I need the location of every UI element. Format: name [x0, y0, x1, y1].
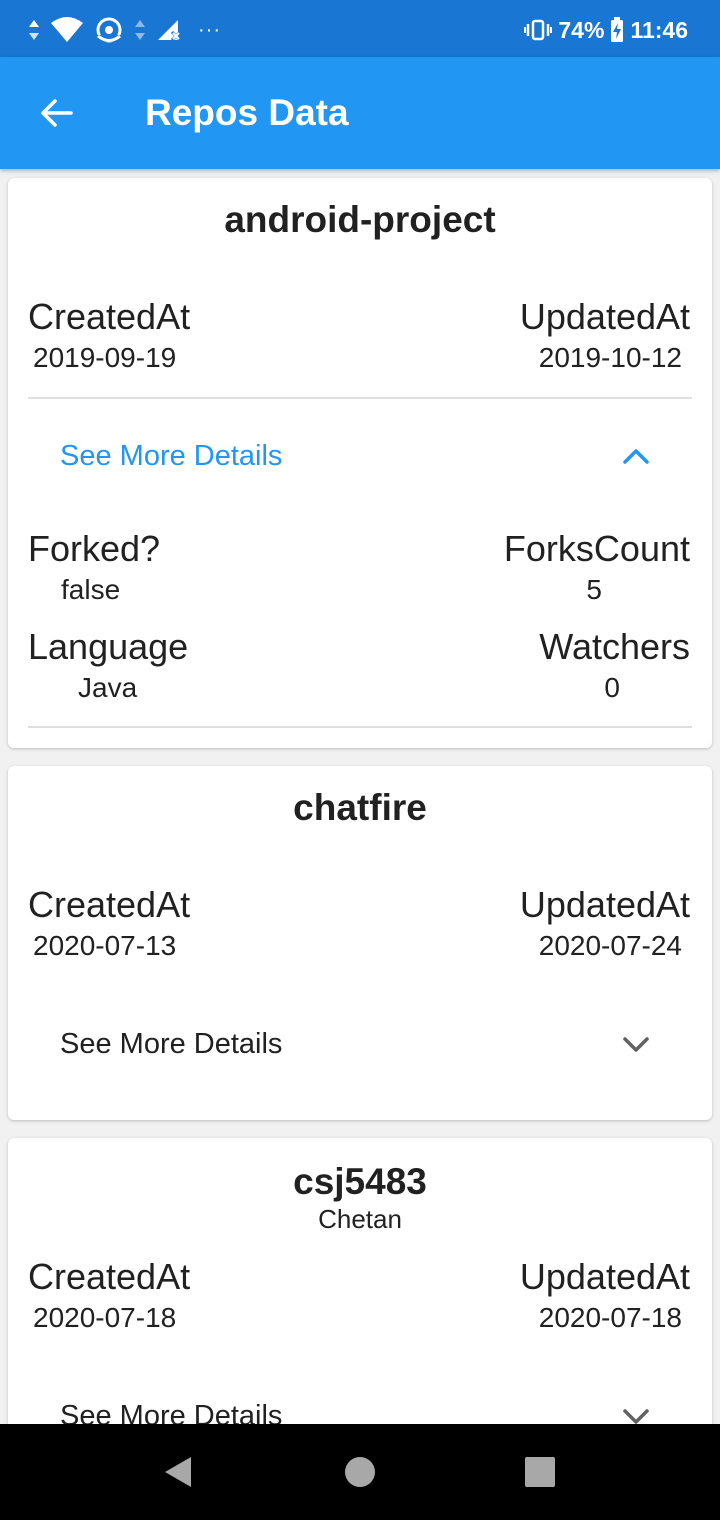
chevron-up-icon — [623, 449, 649, 464]
repo-owner: Chetan — [318, 1204, 402, 1234]
updated-at-value: 2020-07-18 — [538, 1302, 682, 1333]
created-at-value: 2020-07-13 — [33, 930, 177, 961]
forked-label: Forked? — [28, 528, 161, 569]
status-overflow-dots: ··· — [198, 18, 221, 41]
status-icons-right: 74% 11:46 — [524, 14, 688, 46]
nav-home-button[interactable] — [336, 1448, 384, 1496]
repo-card: android-project CreatedAt UpdatedAt 2019… — [8, 178, 712, 748]
see-more-details-label: See More Details — [60, 1028, 283, 1060]
divider — [28, 726, 692, 728]
circle-home-icon — [345, 1457, 375, 1487]
app-bar: Repos Data — [0, 57, 720, 169]
vibrate-icon — [524, 19, 553, 41]
updated-at-label: UpdatedAt — [519, 1256, 690, 1297]
square-recents-icon — [525, 1457, 555, 1487]
nav-recents-button[interactable] — [516, 1448, 564, 1496]
forks-count-label: ForksCount — [503, 528, 690, 569]
status-bar: ··· 74% 11:46 — [0, 0, 720, 57]
see-more-details-label: See More Details — [60, 440, 283, 472]
updated-at-value: 2020-07-24 — [538, 930, 682, 961]
data-activity-icon — [28, 19, 40, 41]
wifi-icon — [50, 17, 84, 43]
repo-name: csj5483 — [293, 1161, 427, 1202]
updated-at-value: 2019-10-12 — [538, 342, 682, 373]
language-label: Language — [28, 626, 189, 667]
see-more-details-toggle[interactable]: See More Details — [8, 416, 712, 496]
triangle-back-icon — [165, 1457, 191, 1487]
updated-at-label: UpdatedAt — [519, 884, 690, 925]
data-activity-icon — [134, 19, 146, 41]
language-value: Java — [78, 672, 138, 703]
watchers-value: 0 — [604, 672, 620, 703]
created-at-value: 2020-07-18 — [33, 1302, 177, 1333]
signal-no-data-icon — [156, 18, 182, 42]
created-at-label: CreatedAt — [28, 884, 191, 925]
repo-name: android-project — [224, 199, 496, 240]
arrow-back-icon — [41, 99, 73, 127]
see-more-details-toggle[interactable]: See More Details — [8, 1004, 712, 1084]
forked-value: false — [61, 574, 121, 605]
watchers-label: Watchers — [539, 626, 690, 667]
status-icons-left: ··· — [28, 14, 221, 46]
created-at-value: 2019-09-19 — [33, 342, 177, 373]
chevron-down-icon — [623, 1037, 649, 1052]
divider — [28, 397, 692, 399]
clock: 11:46 — [630, 16, 688, 43]
nav-back-button[interactable] — [154, 1448, 202, 1496]
hotspot-icon — [94, 17, 124, 43]
system-navigation-bar — [0, 1424, 720, 1520]
battery-percent: 74% — [558, 16, 605, 43]
forks-count-value: 5 — [586, 574, 602, 605]
repo-card: csj5483 Chetan CreatedAt UpdatedAt 2020-… — [8, 1138, 712, 1438]
battery-charging-icon — [610, 17, 624, 43]
repo-card: chatfire CreatedAt UpdatedAt 2020-07-13 … — [8, 766, 712, 1120]
back-button[interactable] — [28, 85, 84, 141]
created-at-label: CreatedAt — [28, 1256, 191, 1297]
repo-name: chatfire — [293, 787, 427, 828]
created-at-label: CreatedAt — [28, 296, 191, 337]
updated-at-label: UpdatedAt — [519, 296, 690, 337]
page-title: Repos Data — [145, 92, 349, 133]
